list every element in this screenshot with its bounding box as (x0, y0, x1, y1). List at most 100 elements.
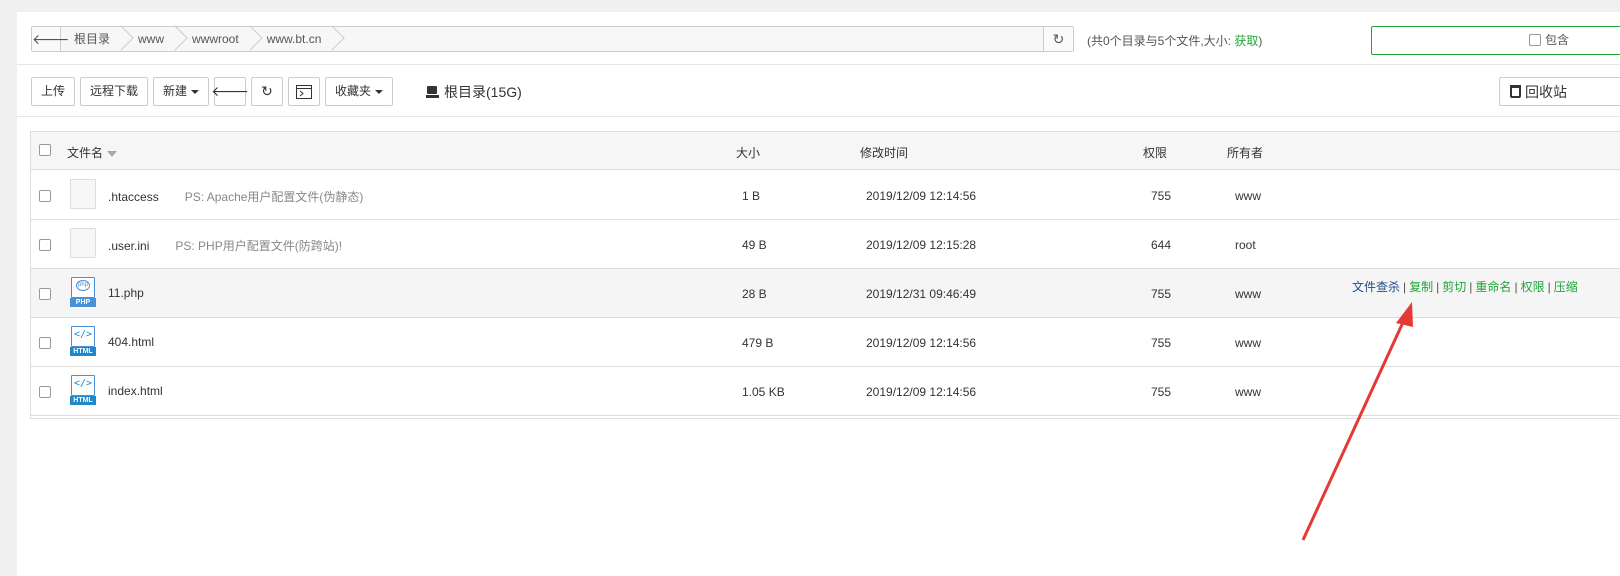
row-checkbox[interactable] (39, 337, 51, 349)
php-tag: PHP (70, 298, 96, 307)
file-size: 1.05 KB (742, 385, 785, 399)
row-checkbox[interactable] (39, 386, 51, 398)
file-perm: 644 (1151, 238, 1172, 252)
compress-link[interactable]: 压缩 (1554, 280, 1578, 294)
back-button[interactable]: 🡐 (211, 77, 249, 106)
file-mtime: 2019/12/09 12:15:28 (866, 238, 977, 252)
row-checkbox[interactable] (39, 239, 51, 251)
table-row[interactable]: </> HTML index.html 1.05 KB 2019/12/09 1… (31, 367, 1620, 416)
code-glyph: </> (73, 378, 93, 389)
file-size: 1 B (742, 189, 761, 203)
file-perm: 755 (1151, 336, 1172, 350)
php-file-icon: php PHP (70, 277, 96, 307)
breadcrumb-item[interactable]: www (126, 27, 180, 51)
trash-icon (1510, 85, 1521, 98)
fetch-size-link[interactable]: 获取 (1234, 34, 1258, 48)
select-all-checkbox[interactable] (39, 144, 51, 156)
cut-link[interactable]: 剪切 (1442, 280, 1466, 294)
php-logo: php (76, 280, 90, 291)
table-row[interactable]: .user.ini PS: PHP用户配置文件(防跨站)! 49 B 2019/1… (31, 220, 1620, 269)
breadcrumb-item[interactable]: www.bt.cn (255, 27, 338, 51)
recycle-bin-button[interactable]: 回收站 (1499, 77, 1620, 106)
col-size-header[interactable]: 大小 (736, 144, 760, 161)
refresh-icon: ↻ (261, 83, 273, 99)
include-label: 包含 (1545, 33, 1570, 47)
file-name-text: .htaccess (108, 190, 159, 204)
table-row[interactable]: </> HTML 404.html 479 B 2019/12/09 12:14… (31, 318, 1620, 367)
summary-text: (共0个目录与5个文件,大小: (1087, 34, 1235, 48)
col-perm-header[interactable]: 权限 (1143, 144, 1167, 161)
code-glyph: </> (73, 329, 93, 340)
hard-disk-icon (426, 86, 439, 98)
caret-down-icon (375, 89, 384, 94)
row-checkbox[interactable] (39, 190, 51, 202)
divider (17, 116, 1620, 117)
file-mtime: 2019/12/09 12:14:56 (866, 189, 977, 203)
sort-desc-icon (107, 150, 118, 157)
col-owner-header[interactable]: 所有者 (1227, 144, 1263, 161)
file-owner: www (1235, 385, 1261, 399)
file-name-text: 404.html (108, 335, 155, 349)
col-name-label: 文件名 (67, 146, 104, 160)
file-name[interactable]: 404.html (108, 335, 154, 349)
file-perm: 755 (1151, 189, 1172, 203)
file-owner: www (1235, 336, 1261, 350)
new-dropdown-button[interactable]: 新建 (153, 77, 210, 106)
table-header: 文件名 大小 修改时间 权限 所有者 (31, 132, 1620, 170)
summary-close: ) (1258, 34, 1263, 48)
remote-download-button[interactable]: 远程下载 (80, 77, 149, 106)
copy-link[interactable]: 复制 (1409, 280, 1433, 294)
table-row[interactable]: php PHP 11.php 28 B 2019/12/31 09:46:49 … (31, 269, 1620, 318)
file-note: PS: Apache用户配置文件(伪静态) (184, 190, 364, 204)
favorites-label: 收藏夹 (335, 84, 372, 98)
refresh-icon[interactable]: ↻ (1043, 27, 1073, 51)
permission-link[interactable]: 权限 (1521, 280, 1545, 294)
file-owner: root (1235, 238, 1256, 252)
scan-file-link[interactable]: 文件查杀 (1352, 280, 1400, 294)
file-perm: 755 (1151, 385, 1172, 399)
include-subdir-option[interactable]: 包含 (1529, 31, 1569, 48)
row-checkbox[interactable] (39, 288, 51, 300)
favorites-dropdown-button[interactable]: 收藏夹 (325, 77, 394, 106)
table-row[interactable]: .htaccess PS: Apache用户配置文件(伪静态) 1 B 2019/… (31, 171, 1620, 220)
breadcrumb-item[interactable]: wwwroot (180, 27, 255, 51)
file-manager-panel: 🡐 根目录 www wwwroot www.bt.cn ↻ (共0个目录与5个文… (17, 12, 1620, 576)
terminal-button[interactable] (288, 77, 321, 106)
file-owner: www (1235, 287, 1261, 301)
file-size: 479 B (742, 336, 774, 350)
file-size: 28 B (742, 287, 767, 301)
file-perm: 755 (1151, 287, 1172, 301)
arrow-left-icon[interactable]: 🡐 (32, 27, 70, 51)
file-table: 文件名 大小 修改时间 权限 所有者 .htaccess PS: Apache用户… (30, 131, 1620, 419)
file-name[interactable]: 11.php (108, 286, 144, 300)
upload-button[interactable]: 上传 (31, 77, 76, 106)
file-mtime: 2019/12/09 12:14:56 (866, 385, 977, 399)
file-name[interactable]: index.html (108, 384, 163, 398)
col-name-header[interactable]: 文件名 (67, 144, 118, 161)
col-mtime-header[interactable]: 修改时间 (860, 144, 908, 161)
file-name[interactable]: .user.ini PS: PHP用户配置文件(防跨站)! (108, 237, 342, 254)
terminal-icon (296, 84, 313, 99)
include-checkbox[interactable] (1529, 33, 1541, 46)
rename-link[interactable]: 重命名 (1475, 280, 1511, 294)
file-name-text: 11.php (108, 286, 144, 300)
html-file-icon: </> HTML (70, 326, 96, 356)
file-mtime: 2019/12/31 09:46:49 (866, 287, 977, 301)
disk-info[interactable]: 根目录(15G) (426, 82, 522, 102)
search-input[interactable] (1371, 26, 1620, 55)
caret-down-icon (191, 89, 200, 94)
file-icon (70, 228, 96, 258)
file-name[interactable]: .htaccess PS: Apache用户配置文件(伪静态) (108, 188, 363, 205)
dir-summary: (共0个目录与5个文件,大小: 获取) (1087, 32, 1262, 49)
breadcrumb: 根目录 www wwwroot www.bt.cn (62, 27, 337, 51)
file-mtime: 2019/12/09 12:14:56 (866, 336, 977, 350)
html-tag: HTML (70, 347, 96, 356)
file-name-text: index.html (108, 384, 163, 398)
path-box: 🡐 根目录 www wwwroot www.bt.cn ↻ (31, 26, 1074, 52)
html-file-icon: </> HTML (70, 375, 96, 405)
breadcrumb-item[interactable]: 根目录 (62, 27, 126, 51)
file-note: PS: PHP用户配置文件(防跨站)! (175, 239, 343, 253)
refresh-button[interactable]: ↻ (251, 77, 284, 106)
new-label: 新建 (163, 84, 188, 98)
divider (17, 64, 1620, 65)
